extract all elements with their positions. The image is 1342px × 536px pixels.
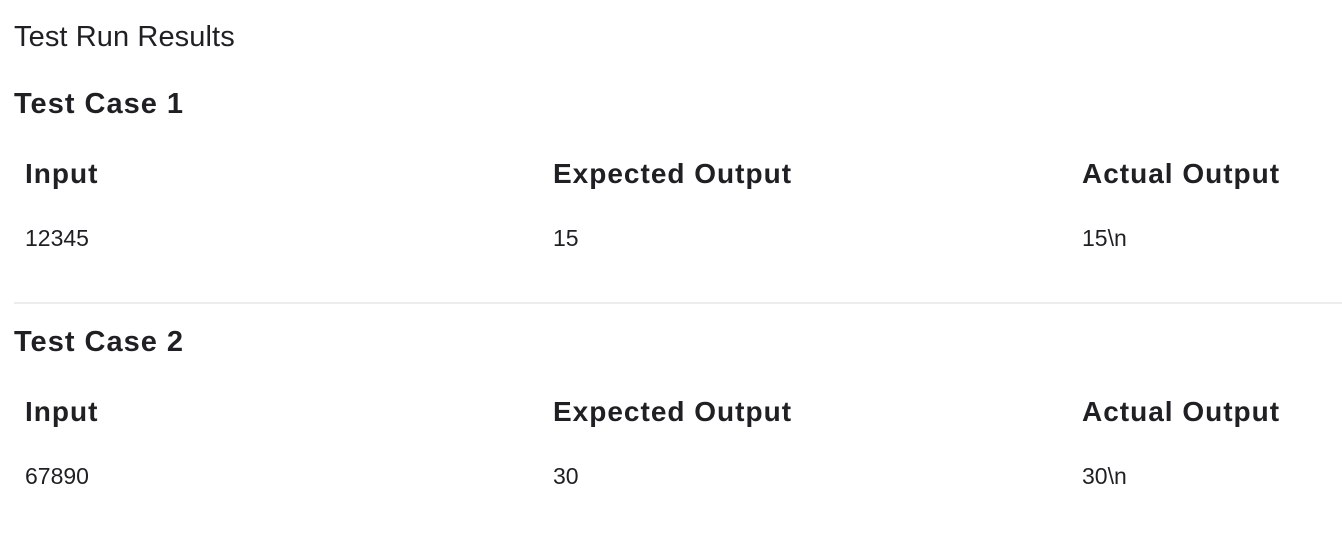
expected-output-column-header: Expected Output [553, 396, 793, 427]
actual-output-value: 15\n [1082, 225, 1127, 251]
expected-output-value: 30 [553, 463, 579, 489]
input-column-header: Input [25, 396, 99, 427]
test-case-title: Test Case 2 [14, 326, 185, 358]
actual-output-column-header: Actual Output [1082, 158, 1281, 189]
page-title: Test Run Results [14, 21, 235, 53]
expected-output-value: 15 [553, 225, 579, 251]
input-column-header: Input [25, 158, 99, 189]
test-case-title: Test Case 1 [14, 88, 185, 120]
expected-output-column-header: Expected Output [553, 158, 793, 189]
actual-output-value: 30\n [1082, 463, 1127, 489]
test-case-divider [14, 302, 1342, 304]
input-value: 67890 [25, 463, 89, 489]
input-value: 12345 [25, 225, 89, 251]
actual-output-column-header: Actual Output [1082, 396, 1281, 427]
